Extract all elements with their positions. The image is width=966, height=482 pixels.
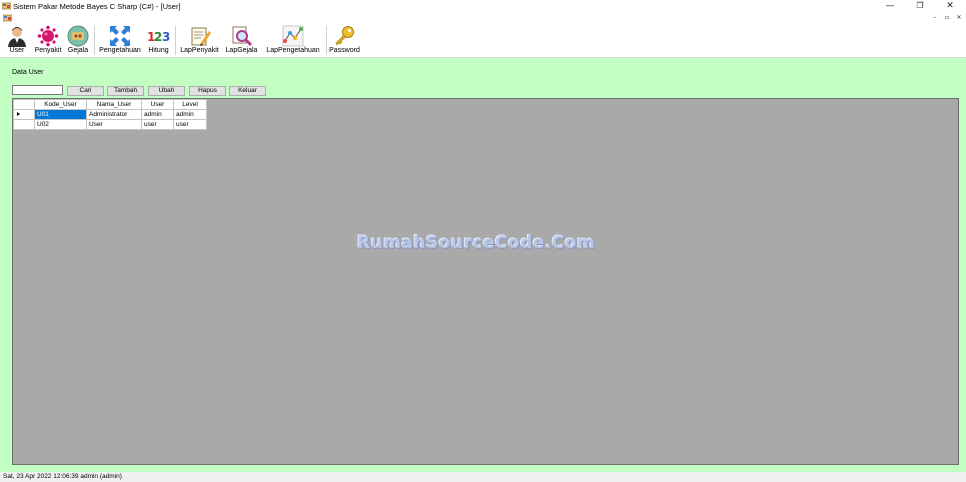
report-magnifier-icon [232,26,253,47]
toolbar-password-button[interactable]: Password [328,23,361,58]
toolbar-gejala-label: Gejala [67,47,89,54]
restore-button[interactable]: ❐ [905,0,935,13]
svg-text:3: 3 [162,30,170,44]
child-window-icon[interactable] [3,14,12,22]
network-graph-icon [282,25,304,47]
numbers-123-icon: 1 2 3 [147,30,170,44]
column-header-user[interactable]: User [141,99,174,110]
main-toolbar: User Penyakit Gejala Pengetahuan 1 2 3 H… [0,23,966,58]
toolbar-penyakit-button[interactable]: Penyakit [33,23,63,58]
table-row[interactable]: U02 User user user [13,119,207,130]
title-bar: Sistem Pakar Metode Bayes C Sharp (C#) -… [0,0,966,13]
symptom-icon [67,25,89,47]
toolbar-hitung-label: Hitung [148,47,169,54]
ubah-button[interactable]: Ubah [148,86,185,96]
mdi-minimize-button[interactable]: – [930,14,940,22]
virus-icon [37,25,59,47]
cari-button[interactable]: Cari [67,86,104,96]
minimize-button[interactable]: — [875,0,905,13]
user-avatar-icon [8,27,26,47]
grid-cell[interactable]: U01 [34,109,87,120]
grid-cell[interactable]: user [141,119,174,130]
status-text: Sat, 23 Apr 2022 12:06:39 admin (admin) [3,473,122,480]
grid-cell[interactable]: User [86,119,142,130]
toolbar-lapgejala-label: LapGejala [225,47,258,54]
toolbar-password-label: Password [329,47,360,54]
user-data-grid[interactable]: Kode_User Nama_User User Level U01 Admin… [12,98,959,465]
app-icon [2,2,11,10]
key-icon [335,26,354,46]
toolbar-pengetahuan-label: Pengetahuan [99,47,141,54]
toolbar-lappenyakit-label: LapPenyakit [180,47,219,54]
table-row[interactable]: U01 Administrator admin admin [13,109,207,120]
column-header-level[interactable]: Level [173,99,207,110]
mdi-child-strip: – ▫ ✕ [0,13,966,23]
column-header-nama-user[interactable]: Nama_User [86,99,142,110]
grid-cell[interactable]: user [173,119,207,130]
grid-cell[interactable]: admin [173,109,207,120]
toolbar-separator [175,26,176,55]
application-window: Sistem Pakar Metode Bayes C Sharp (C#) -… [0,0,966,482]
row-header-current[interactable] [13,109,35,120]
grid-cell[interactable]: admin [141,109,174,120]
toolbar-separator [326,26,327,55]
status-bar: Sat, 23 Apr 2022 12:06:39 admin (admin) [0,472,966,482]
mdi-restore-button[interactable]: ▫ [942,14,952,22]
toolbar-lappengetahuan-button[interactable]: LapPengetahuan [263,23,323,58]
close-button[interactable]: ✕ [935,0,965,13]
toolbar-lappenyakit-button[interactable]: LapPenyakit [178,23,221,58]
current-row-arrow-icon [17,112,20,117]
toolbar-gejala-button[interactable]: Gejala [65,23,91,58]
tambah-button[interactable]: Tambah [107,86,144,96]
knowledge-icon [110,26,130,46]
search-input[interactable] [12,85,63,95]
toolbar-penyakit-label: Penyakit [34,47,62,54]
toolbar-lappengetahuan-label: LapPengetahuan [266,47,320,54]
hapus-button[interactable]: Hapus [189,86,226,96]
watermark: RumahSourceCode.Com [357,233,596,253]
toolbar-lapgejala-button[interactable]: LapGejala [223,23,260,58]
toolbar-user-button[interactable]: User [4,23,30,58]
grid-header-row: Kode_User Nama_User User Level [13,99,207,110]
row-header[interactable] [13,119,35,130]
toolbar-user-label: User [9,47,25,54]
form-title: Data User [12,69,44,76]
column-header-kode-user[interactable]: Kode_User [34,99,87,110]
keluar-button[interactable]: Keluar [229,86,266,96]
grid-cell[interactable]: Administrator [86,109,142,120]
grid-cell[interactable]: U02 [34,119,87,130]
row-header-corner[interactable] [13,99,35,110]
report-pencil-icon [191,27,211,46]
mdi-client-area: Data User Cari Tambah Ubah Hapus Keluar … [0,58,966,472]
toolbar-pengetahuan-button[interactable]: Pengetahuan [97,23,143,58]
toolbar-separator [94,26,95,55]
grid-table: Kode_User Nama_User User Level U01 Admin… [13,99,207,130]
window-title: Sistem Pakar Metode Bayes C Sharp (C#) -… [13,2,181,11]
mdi-close-button[interactable]: ✕ [954,14,964,22]
toolbar-hitung-button[interactable]: 1 2 3 Hitung [145,23,172,58]
